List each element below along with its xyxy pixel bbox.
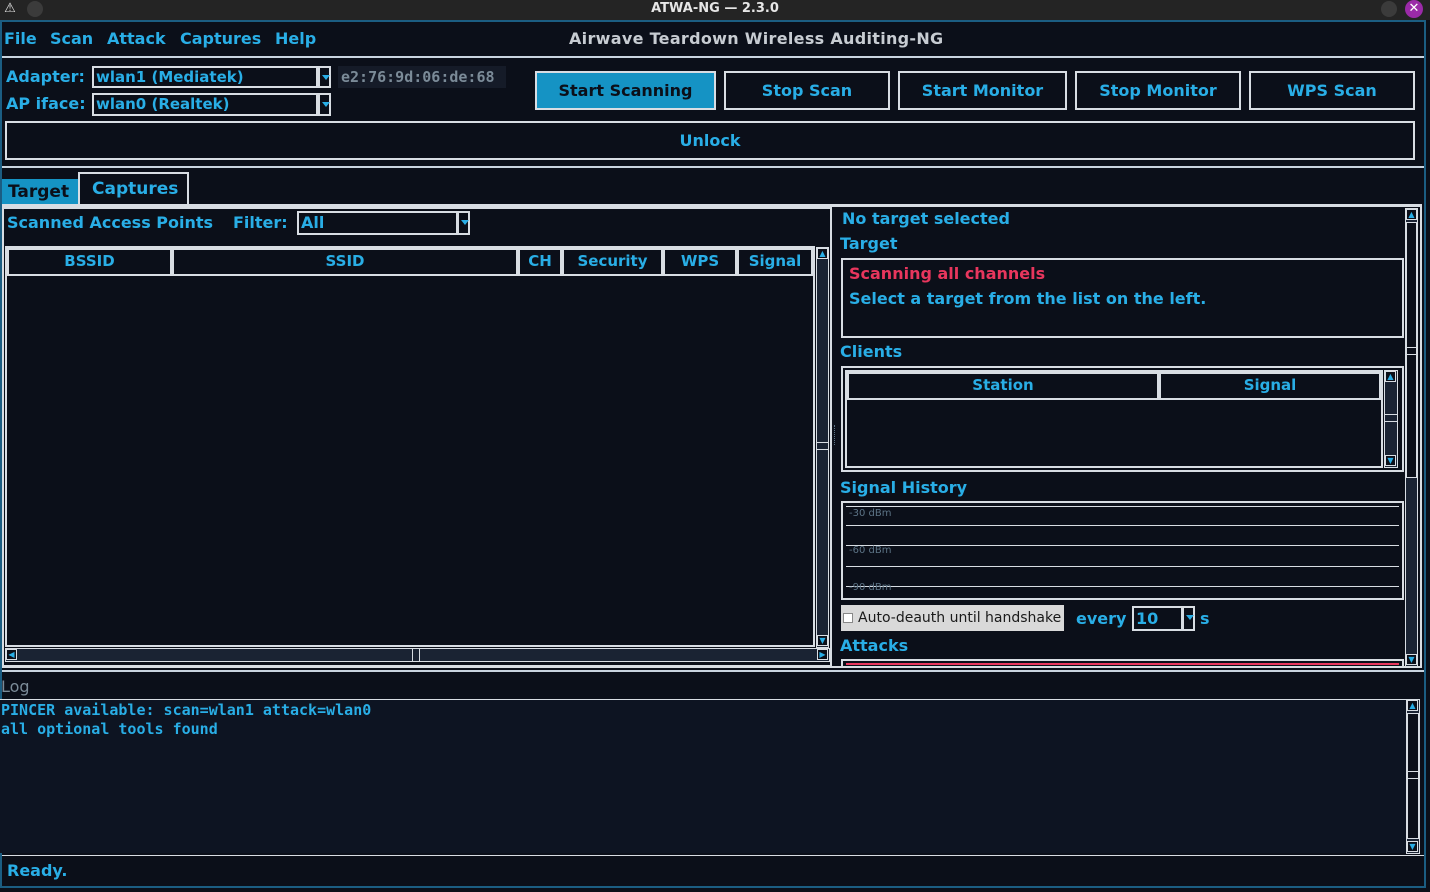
pane-splitter[interactable] xyxy=(834,425,837,445)
clients-scrollbar-grip[interactable] xyxy=(1385,414,1397,422)
right-scrollbar-grip[interactable] xyxy=(1406,347,1417,355)
target-header: No target selected xyxy=(842,209,1010,228)
filter-dropdown-icon[interactable] xyxy=(457,211,470,235)
log-scrollbar-grip[interactable] xyxy=(1407,771,1419,779)
log-separator xyxy=(2,670,1424,672)
signal-grid-line xyxy=(846,545,1399,546)
signal-grid-line xyxy=(846,506,1399,507)
scan-title: Scanned Access Points xyxy=(7,213,214,232)
attacks-frame-accent xyxy=(846,663,1399,665)
toolbar-separator xyxy=(2,166,1424,168)
adapter-mac: e2:76:9d:06:de:68 xyxy=(338,66,506,88)
target-status: Scanning all channels xyxy=(849,264,1046,283)
menu-scan[interactable]: Scan xyxy=(50,29,93,48)
menu-captures[interactable]: Captures xyxy=(180,29,261,48)
tick-label-90: -90 dBm xyxy=(849,582,892,593)
col-bssid[interactable]: BSSID xyxy=(7,248,172,276)
col-security[interactable]: Security xyxy=(562,248,663,276)
scroll-right-icon[interactable]: ▶ xyxy=(817,649,828,660)
filter-select[interactable]: All xyxy=(297,211,458,235)
col-ch[interactable]: CH xyxy=(518,248,562,276)
target-section-label: Target xyxy=(840,234,898,253)
start-monitor-button[interactable]: Start Monitor xyxy=(898,71,1067,110)
status-bar xyxy=(2,855,1424,886)
wps-scan-button[interactable]: WPS Scan xyxy=(1249,71,1415,110)
adapter-label: Adapter: xyxy=(6,67,85,86)
hscrollbar-thumb-grip[interactable] xyxy=(412,649,420,661)
menu-file[interactable]: File xyxy=(4,29,37,48)
start-scanning-button[interactable]: Start Scanning xyxy=(535,71,716,110)
tick-label-60: -60 dBm xyxy=(849,545,892,556)
ap-iface-select[interactable]: wlan0 (Realtek) xyxy=(92,93,318,116)
attacks-label: Attacks xyxy=(840,636,909,655)
col-ssid[interactable]: SSID xyxy=(172,248,518,276)
unlock-button[interactable]: Unlock xyxy=(5,121,1415,160)
signal-history-label: Signal History xyxy=(840,478,968,497)
log-line: all optional tools found xyxy=(1,720,218,738)
scroll-down-icon[interactable]: ▼ xyxy=(817,635,828,646)
stop-monitor-button[interactable]: Stop Monitor xyxy=(1075,71,1241,110)
status-text: Ready. xyxy=(7,861,68,880)
tab-target[interactable]: Target xyxy=(2,179,78,206)
window-titlebar: ⚠ ATWA-NG — 2.3.0 ✕ xyxy=(0,0,1430,20)
log-label: Log xyxy=(1,677,30,696)
menu-attack[interactable]: Attack xyxy=(107,29,166,48)
stop-scan-button[interactable]: Stop Scan xyxy=(724,71,890,110)
target-hint: Select a target from the list on the lef… xyxy=(849,289,1207,308)
ap-iface-dropdown-icon[interactable] xyxy=(318,93,331,116)
menu-separator xyxy=(2,56,1424,58)
right-scroll-down-icon[interactable]: ▼ xyxy=(1406,654,1417,665)
filter-label: Filter: xyxy=(233,213,288,232)
col-signal[interactable]: Signal xyxy=(737,248,813,276)
app-title: Airwave Teardown Wireless Auditing-NG xyxy=(569,29,944,48)
scroll-left-icon[interactable]: ◀ xyxy=(6,649,17,660)
clients-label: Clients xyxy=(840,342,903,361)
scrollbar-thumb-grip[interactable] xyxy=(817,442,828,450)
log-scroll-up-icon[interactable]: ▲ xyxy=(1407,700,1418,711)
auto-deauth-checkbox[interactable] xyxy=(843,613,853,623)
tab-captures[interactable]: Captures xyxy=(78,172,189,206)
menu-help[interactable]: Help xyxy=(275,29,316,48)
ap-iface-label: AP iface: xyxy=(6,94,86,113)
close-button[interactable]: ✕ xyxy=(1405,0,1423,18)
adapter-select[interactable]: wlan1 (Mediatek) xyxy=(92,66,318,88)
tick-label-30: -30 dBm xyxy=(849,508,892,519)
clients-scroll-down-icon[interactable]: ▼ xyxy=(1385,455,1396,466)
signal-grid-line xyxy=(846,525,1399,526)
deauth-interval-input[interactable]: 10 xyxy=(1132,606,1183,631)
scroll-up-icon[interactable]: ▲ xyxy=(817,248,828,259)
col-wps[interactable]: WPS xyxy=(663,248,737,276)
signal-grid-line xyxy=(846,566,1399,567)
deauth-interval-spin-icon[interactable] xyxy=(1182,606,1195,631)
window-title: ATWA-NG — 2.3.0 xyxy=(651,1,779,16)
log-line: PINCER available: scan=wlan1 attack=wlan… xyxy=(1,701,372,719)
right-scroll-up-icon[interactable]: ▲ xyxy=(1406,209,1417,220)
col-station[interactable]: Station xyxy=(847,372,1159,400)
every-label: every xyxy=(1076,609,1127,628)
auto-deauth-label[interactable]: Auto-deauth until handshake xyxy=(858,610,1061,626)
clients-scroll-up-icon[interactable]: ▲ xyxy=(1385,371,1396,382)
minimize-button[interactable] xyxy=(1381,1,1397,17)
col-client-signal[interactable]: Signal xyxy=(1159,372,1381,400)
deauth-unit: s xyxy=(1200,609,1210,628)
log-scroll-down-icon[interactable]: ▼ xyxy=(1407,841,1418,852)
adapter-dropdown-icon[interactable] xyxy=(318,66,331,88)
signal-grid-line xyxy=(846,586,1399,587)
ap-table[interactable] xyxy=(5,246,815,647)
